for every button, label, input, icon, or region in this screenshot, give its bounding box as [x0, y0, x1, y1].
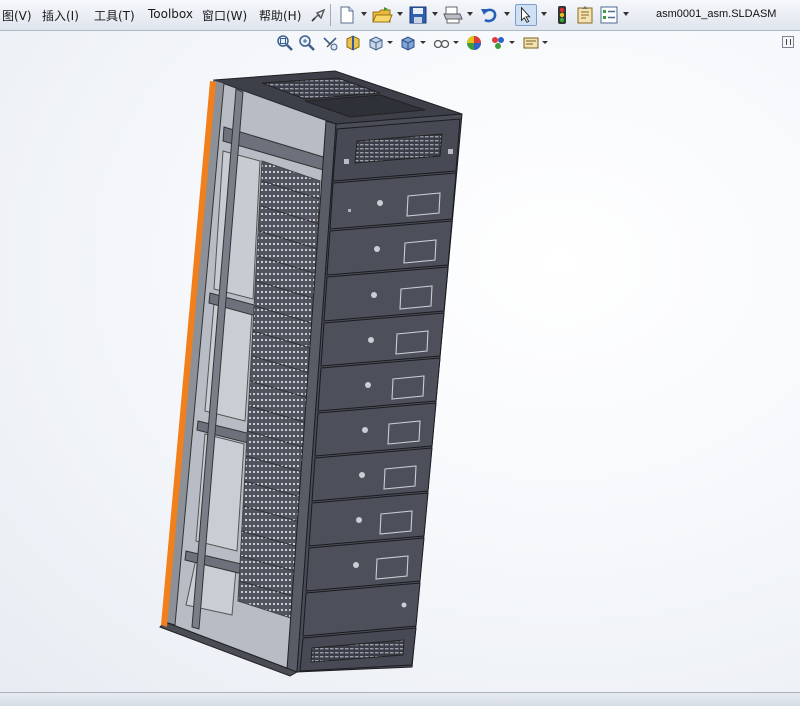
drawer-module	[329, 172, 457, 230]
open-folder-icon[interactable]	[371, 4, 393, 26]
print-dropdown-arrow[interactable]	[467, 12, 473, 16]
new-dropdown-arrow[interactable]	[361, 12, 367, 16]
menu-tools[interactable]: 工具(T)	[92, 7, 137, 24]
undo-icon[interactable]	[478, 4, 500, 26]
undo-dropdown-arrow[interactable]	[504, 12, 510, 16]
menu-help[interactable]: 帮助(H)	[257, 7, 303, 24]
open-dropdown-arrow[interactable]	[397, 12, 403, 16]
menubar: 图(V) 插入(I) 工具(T) Toolbox 窗口(W) 帮助(H) asm…	[0, 0, 800, 31]
new-document-icon[interactable]	[336, 4, 358, 26]
menu-insert[interactable]: 插入(I)	[40, 7, 81, 24]
print-icon[interactable]	[442, 4, 464, 26]
select-cursor-icon[interactable]	[515, 4, 537, 26]
rebuild-traffic-light-icon[interactable]	[551, 4, 573, 26]
graphics-viewport[interactable]	[0, 31, 800, 692]
toolbar-separator	[330, 4, 331, 26]
menu-toolbox[interactable]: Toolbox	[146, 7, 195, 21]
save-dropdown-arrow[interactable]	[432, 12, 438, 16]
document-title: asm0001_asm.SLDASM	[656, 8, 777, 20]
file-properties-icon[interactable]	[574, 4, 596, 26]
status-bar	[0, 692, 800, 706]
save-icon[interactable]	[407, 4, 429, 26]
menu-window[interactable]: 窗口(W)	[200, 7, 249, 24]
pin-icon[interactable]	[309, 4, 327, 26]
menu-view[interactable]: 图(V)	[0, 7, 34, 24]
rack-cabinet-model[interactable]	[0, 31, 800, 692]
select-dropdown-arrow[interactable]	[541, 12, 547, 16]
options-icon[interactable]	[598, 4, 620, 26]
options-dropdown-arrow[interactable]	[623, 12, 629, 16]
